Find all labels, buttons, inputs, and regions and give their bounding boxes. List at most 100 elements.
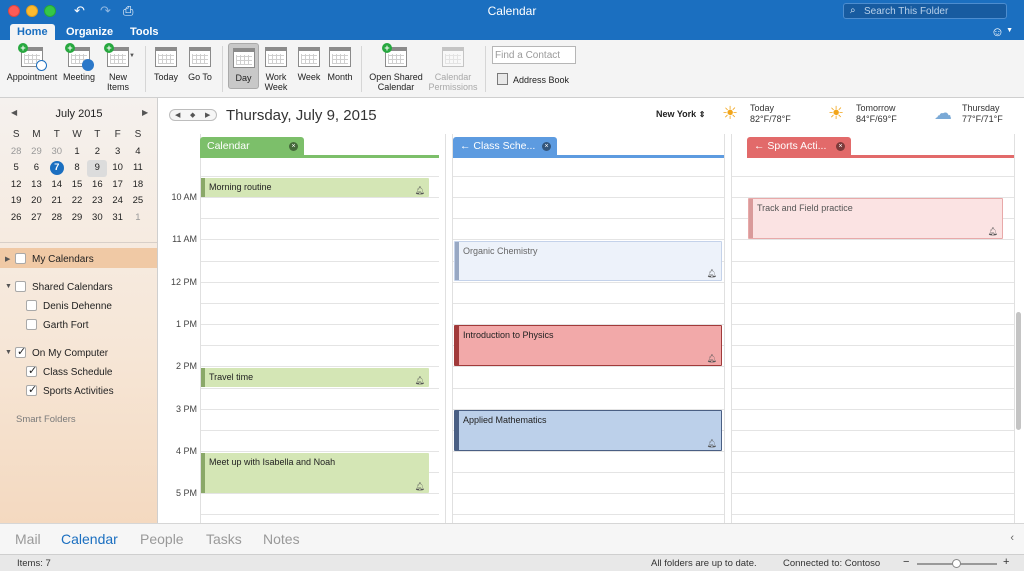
collapse-triangle-icon[interactable]: ▼: [5, 349, 12, 356]
zoom-slider-knob[interactable]: [952, 559, 961, 568]
mini-calendar-day[interactable]: 13: [26, 177, 46, 194]
event-introduction-to-physics[interactable]: Introduction to Physics 🔔︎: [454, 325, 722, 366]
today-button[interactable]: Today: [152, 46, 180, 82]
close-icon[interactable]: ×: [289, 142, 298, 151]
expand-triangle-icon[interactable]: ▶: [5, 255, 10, 263]
garth-fort-checkbox[interactable]: [26, 319, 37, 330]
tab-tools[interactable]: Tools: [123, 24, 166, 40]
search-folder-box[interactable]: ⌕: [843, 3, 1007, 19]
appointment-button[interactable]: + Appointment: [5, 43, 59, 82]
mini-calendar-day[interactable]: 29: [26, 144, 46, 161]
mini-calendar-day[interactable]: 26: [6, 210, 26, 227]
mini-calendar-day[interactable]: 31: [107, 210, 127, 227]
mini-calendar-day[interactable]: 2: [87, 144, 107, 161]
mini-calendar-day[interactable]: 21: [47, 193, 67, 210]
my-calendars-checkbox[interactable]: [15, 253, 26, 264]
mini-calendar-day[interactable]: 5: [6, 160, 26, 177]
close-icon[interactable]: ×: [542, 142, 551, 151]
mini-calendar-day[interactable]: 23: [87, 193, 107, 210]
week-view-button[interactable]: Week: [295, 46, 323, 82]
event-travel-time[interactable]: Travel time 🔔︎: [201, 368, 429, 387]
zoom-out-icon[interactable]: −: [903, 556, 909, 568]
mini-calendar-day[interactable]: 4: [128, 144, 148, 161]
back-arrow-icon[interactable]: ←: [460, 140, 471, 152]
event-organic-chemistry[interactable]: Organic Chemistry 🔔︎: [454, 241, 722, 281]
sidebar-item-sports-activities[interactable]: Sports Activities: [43, 386, 114, 397]
go-to-button[interactable]: Go To: [186, 46, 214, 82]
mini-calendar-day[interactable]: 16: [87, 177, 107, 194]
nav-mail[interactable]: Mail: [15, 531, 41, 547]
meeting-button[interactable]: + Meeting: [61, 43, 97, 82]
mini-calendar-day[interactable]: 20: [26, 193, 46, 210]
mini-calendar-day[interactable]: 10: [107, 160, 127, 177]
mini-calendar-day[interactable]: 30: [87, 210, 107, 227]
mini-calendar-day[interactable]: 25: [128, 193, 148, 210]
back-arrow-icon[interactable]: ←: [754, 140, 765, 152]
day-view-grid[interactable]: 10 AM 11 AM 12 PM 1 PM 2 PM 3 PM 4 PM 5 PM Cale…: [159, 134, 1024, 523]
mini-calendar-day[interactable]: 7: [49, 161, 64, 175]
mini-calendar-day[interactable]: 8: [67, 160, 87, 177]
mini-calendar-day[interactable]: 22: [67, 193, 87, 210]
weather-city-selector[interactable]: New York ⇕: [656, 109, 705, 119]
sidebar-item-garth-fort[interactable]: Garth Fort: [43, 320, 89, 331]
mini-calendar-day[interactable]: 9: [87, 160, 108, 177]
nav-notes[interactable]: Notes: [263, 531, 300, 547]
mini-calendar-day[interactable]: 6: [26, 160, 46, 177]
mini-calendar-day[interactable]: 27: [26, 210, 46, 227]
mini-calendar-day[interactable]: 12: [6, 177, 26, 194]
column-tab-class-schedule[interactable]: ← Class Sche... ×: [453, 137, 557, 155]
collapse-triangle-icon[interactable]: ▼: [5, 283, 12, 290]
chevron-left-icon[interactable]: ‹: [1010, 532, 1014, 544]
vertical-scrollbar[interactable]: [1016, 312, 1021, 430]
new-items-dropdown-icon[interactable]: ▼: [129, 53, 135, 59]
day-view-button[interactable]: Day: [228, 43, 259, 89]
event-applied-mathematics[interactable]: Applied Mathematics 🔔︎: [454, 410, 722, 451]
sports-activities-checkbox[interactable]: [26, 383, 37, 396]
mini-calendar-day[interactable]: 11: [128, 160, 148, 177]
find-contact-box[interactable]: [492, 46, 576, 64]
mini-calendar-day[interactable]: 3: [107, 144, 127, 161]
mini-calendar-day[interactable]: 1: [67, 144, 87, 161]
on-my-computer-checkbox[interactable]: [15, 345, 26, 358]
column-tab-calendar[interactable]: Calendar ×: [200, 137, 304, 155]
month-view-button[interactable]: Month: [325, 46, 355, 82]
previous-day-icon[interactable]: ◀: [175, 111, 180, 119]
nav-tasks[interactable]: Tasks: [206, 531, 242, 547]
mini-calendar-day[interactable]: 14: [47, 177, 67, 194]
class-schedule-checkbox[interactable]: [26, 364, 37, 377]
address-book-button[interactable]: Address Book: [497, 73, 569, 85]
mini-calendar-day[interactable]: 28: [6, 144, 26, 161]
sidebar-item-denis-dehenne[interactable]: Denis Dehenne: [43, 301, 112, 312]
nav-people[interactable]: People: [140, 531, 184, 547]
mini-calendar-day[interactable]: 1: [128, 210, 148, 227]
search-input[interactable]: [864, 5, 1004, 17]
work-week-view-button[interactable]: Work Week: [262, 46, 290, 92]
mini-calendar-day[interactable]: 24: [107, 193, 127, 210]
next-month-icon[interactable]: ▶: [142, 108, 148, 117]
mini-calendar-day[interactable]: 17: [107, 177, 127, 194]
previous-month-icon[interactable]: ◀: [11, 108, 17, 117]
find-contact-input[interactable]: [495, 48, 575, 62]
open-shared-calendar-button[interactable]: + Open Shared Calendar: [368, 43, 424, 92]
mini-calendar-day[interactable]: 29: [67, 210, 87, 227]
denis-dehenne-checkbox[interactable]: [26, 300, 37, 311]
mini-calendar-day[interactable]: 30: [47, 144, 67, 161]
nav-calendar[interactable]: Calendar: [61, 531, 118, 547]
mini-calendar-day[interactable]: 28: [47, 210, 67, 227]
calendar-permissions-button[interactable]: Calendar Permissions: [427, 46, 479, 92]
tab-home[interactable]: Home: [10, 24, 55, 40]
next-day-icon[interactable]: ▶: [205, 111, 210, 119]
today-diamond-icon[interactable]: ◆: [190, 111, 195, 119]
zoom-in-icon[interactable]: +: [1003, 556, 1009, 568]
tab-organize[interactable]: Organize: [59, 24, 120, 40]
feedback-smiley-icon[interactable]: ☺: [991, 24, 1004, 39]
mini-calendar-day[interactable]: 18: [128, 177, 148, 194]
event-morning-routine[interactable]: Morning routine 🔔︎: [201, 178, 429, 197]
event-track-and-field[interactable]: Track and Field practice 🔔︎: [748, 198, 1003, 239]
mini-calendar-day[interactable]: 19: [6, 193, 26, 210]
sidebar-item-class-schedule[interactable]: Class Schedule: [43, 367, 112, 378]
smart-folders-label[interactable]: Smart Folders: [16, 414, 76, 425]
shared-calendars-checkbox[interactable]: [15, 281, 26, 292]
chevron-down-icon[interactable]: ▼: [1006, 27, 1013, 34]
close-icon[interactable]: ×: [836, 142, 845, 151]
